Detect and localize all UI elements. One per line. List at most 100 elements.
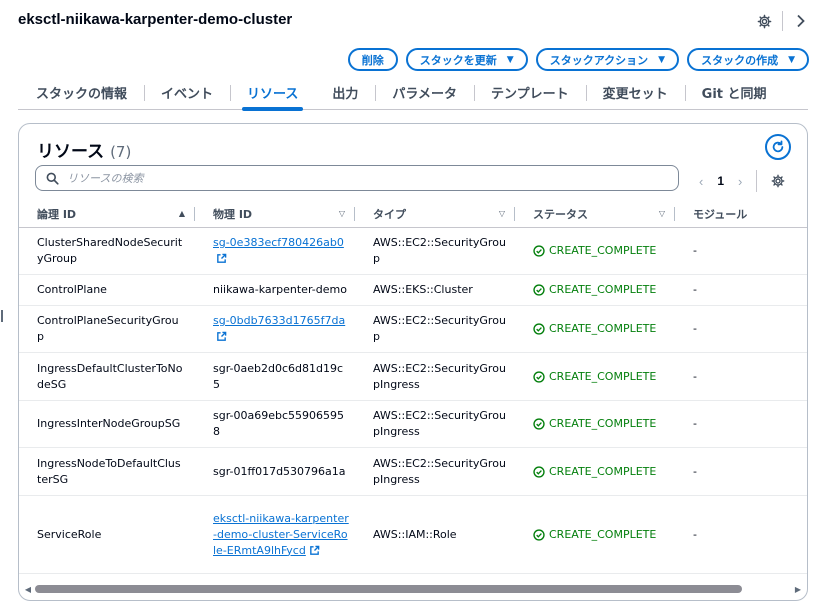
logical-id-cell: IngressInterNodeGroupSG: [37, 417, 181, 430]
check-circle-icon: [533, 245, 545, 257]
scrollbar-thumb[interactable]: [35, 585, 742, 593]
table-body: ClusterSharedNodeSecurityGroup sg-0e383ec…: [19, 228, 807, 574]
physical-id-cell: sgr-01ff017d530796a1a: [195, 448, 355, 495]
column-header-physical-id[interactable]: 物理 ID ▽: [195, 200, 355, 228]
tab-parameters[interactable]: パラメータ: [375, 76, 474, 110]
gear-icon[interactable]: [771, 174, 785, 188]
table-row: ControlPlane niikawa-karpenter-demo AWS::E…: [19, 275, 807, 306]
stack-actions-button[interactable]: スタックアクション ▼: [535, 48, 680, 71]
physical-id-link[interactable]: sg-0bdb7633d1765f7da: [213, 314, 345, 327]
type-cell: AWS::EC2::SecurityGroupIngress: [373, 456, 506, 486]
caret-down-icon: ▼: [788, 54, 795, 65]
tab-git-sync[interactable]: Git と同期: [684, 76, 784, 110]
physical-id-cell-link[interactable]: eksctl-niikawa-karpenter-demo-cluster-Se…: [213, 511, 349, 559]
column-header-logical-id[interactable]: 論理 ID ▲: [19, 200, 195, 228]
physical-id-text: sgr-01ff017d530796a1a: [213, 464, 346, 478]
search-input[interactable]: [67, 171, 627, 185]
external-link-icon: [217, 253, 227, 263]
scroll-left-icon[interactable]: ◀: [23, 585, 33, 594]
resource-search: [35, 165, 679, 191]
header-icons: [754, 10, 811, 32]
pager-divider: [756, 170, 758, 192]
column-header-module[interactable]: モジュール: [675, 200, 807, 228]
table-row: ClusterSharedNodeSecurityGroup sg-0e383ec…: [19, 228, 807, 275]
column-label: 論理 ID: [37, 207, 77, 221]
horizontal-scrollbar[interactable]: ◀ ▶: [23, 584, 803, 594]
refresh-icon: [772, 140, 784, 153]
chevron-right-icon[interactable]: [791, 10, 811, 32]
create-stack-button[interactable]: スタックの作成 ▼: [687, 48, 809, 71]
status-cell: CREATE_COMPLETE: [515, 228, 675, 274]
physical-id-text: niikawa-karpenter-demo: [213, 283, 347, 296]
check-circle-icon: [533, 418, 545, 430]
status-text: CREATE_COMPLETE: [549, 369, 657, 383]
module-cell: -: [693, 464, 697, 478]
resources-table: 論理 ID ▲ 物理 ID ▽ タイプ ▽ ステータス ▽ モジュール ClusterS…: [19, 200, 807, 574]
physical-id-cell: eksctl-niikawa-karpenter-demo-cluster-Se…: [195, 496, 355, 573]
tab-template[interactable]: テンプレート: [474, 76, 586, 110]
delete-button-label: 削除: [361, 53, 384, 67]
external-link-icon: [217, 331, 227, 341]
status-badge: CREATE_COMPLETE: [533, 416, 656, 432]
module-cell: -: [693, 417, 697, 430]
next-page-icon[interactable]: ›: [738, 174, 742, 189]
type-cell: AWS::EC2::SecurityGroupIngress: [373, 361, 506, 391]
column-label: ステータス: [533, 207, 588, 221]
tab-change-sets[interactable]: 変更セット: [585, 76, 685, 110]
status-cell: CREATE_COMPLETE: [515, 496, 675, 573]
table-row: IngressInterNodeGroupSG sgr-00a69ebc55906…: [19, 401, 807, 448]
module-cell: -: [693, 369, 697, 383]
status-text: CREATE_COMPLETE: [549, 244, 657, 257]
column-header-status[interactable]: ステータス ▽: [515, 200, 675, 228]
create-stack-label: スタックの作成: [701, 53, 779, 67]
table-row: ServiceRole eksctl-niikawa-karpenter-demo…: [19, 496, 807, 574]
status-cell: CREATE_COMPLETE: [515, 353, 675, 400]
tab-stack-info[interactable]: スタックの情報: [18, 76, 144, 110]
tab-events[interactable]: イベント: [144, 76, 230, 110]
status-cell: CREATE_COMPLETE: [515, 448, 675, 495]
physical-id-cell: sg-0bdb7633d1765f7da: [195, 306, 355, 352]
header-divider: [782, 11, 783, 31]
physical-id-cell: sg-0e383ecf780426ab0: [195, 228, 355, 274]
tab-outputs[interactable]: 出力: [315, 76, 375, 110]
physical-id-text: sgr-0aeb2d0c6d81d19c5: [213, 361, 344, 391]
module-cell: -: [693, 283, 697, 296]
resources-panel: リソース (7) ‹ 1 › 論理 ID ▲ 物理 ID ▽ タイプ ▽ ステータス ▽…: [18, 123, 808, 601]
refresh-button[interactable]: [765, 134, 791, 160]
prev-page-icon[interactable]: ‹: [699, 174, 703, 189]
check-circle-icon: [533, 323, 545, 335]
table-row: IngressDefaultClusterToNodeSG sgr-0aeb2d0…: [19, 353, 807, 401]
tab-resources[interactable]: リソース: [230, 76, 315, 111]
gear-icon[interactable]: [754, 10, 774, 32]
type-cell: AWS::EC2::SecurityGroup: [373, 236, 506, 265]
status-badge: CREATE_COMPLETE: [533, 464, 656, 480]
caret-down-icon: ▼: [658, 54, 666, 65]
status-badge: CREATE_COMPLETE: [533, 282, 656, 298]
sort-icon: ▽: [498, 209, 505, 218]
update-stack-button[interactable]: スタックを更新 ▼: [405, 48, 528, 71]
physical-id-cell-link[interactable]: sg-0e383ecf780426ab0: [213, 235, 349, 267]
column-header-type[interactable]: タイプ ▽: [355, 200, 515, 228]
current-page[interactable]: 1: [717, 174, 724, 188]
module-cell: -: [693, 322, 697, 335]
delete-button[interactable]: 削除: [347, 48, 398, 71]
scroll-right-icon[interactable]: ▶: [793, 585, 803, 594]
sort-ascending-icon: ▲: [178, 209, 185, 218]
text-cursor: [1, 310, 3, 322]
stack-actions-label: スタックアクション: [549, 53, 649, 67]
table-header: 論理 ID ▲ 物理 ID ▽ タイプ ▽ ステータス ▽ モジュール: [19, 200, 807, 228]
status-text: CREATE_COMPLETE: [549, 322, 657, 335]
table-row: IngressNodeToDefaultClusterSG sgr-01ff017…: [19, 448, 807, 496]
physical-id-cell: sgr-00a69ebc559065958: [195, 401, 355, 447]
scrollbar-track[interactable]: [33, 585, 793, 593]
physical-id-cell-link[interactable]: sg-0bdb7633d1765f7da: [213, 313, 349, 345]
column-label: 物理 ID: [213, 207, 253, 221]
check-circle-icon: [533, 370, 545, 383]
logical-id-cell: ControlPlaneSecurityGroup: [37, 314, 179, 343]
physical-id-link[interactable]: eksctl-niikawa-karpenter-demo-cluster-Se…: [213, 512, 349, 557]
module-cell: -: [693, 527, 697, 541]
physical-id-link[interactable]: sg-0e383ecf780426ab0: [213, 236, 344, 249]
module-cell: -: [693, 244, 697, 257]
resources-heading: リソース (7): [37, 137, 131, 162]
column-label: タイプ: [373, 207, 406, 221]
